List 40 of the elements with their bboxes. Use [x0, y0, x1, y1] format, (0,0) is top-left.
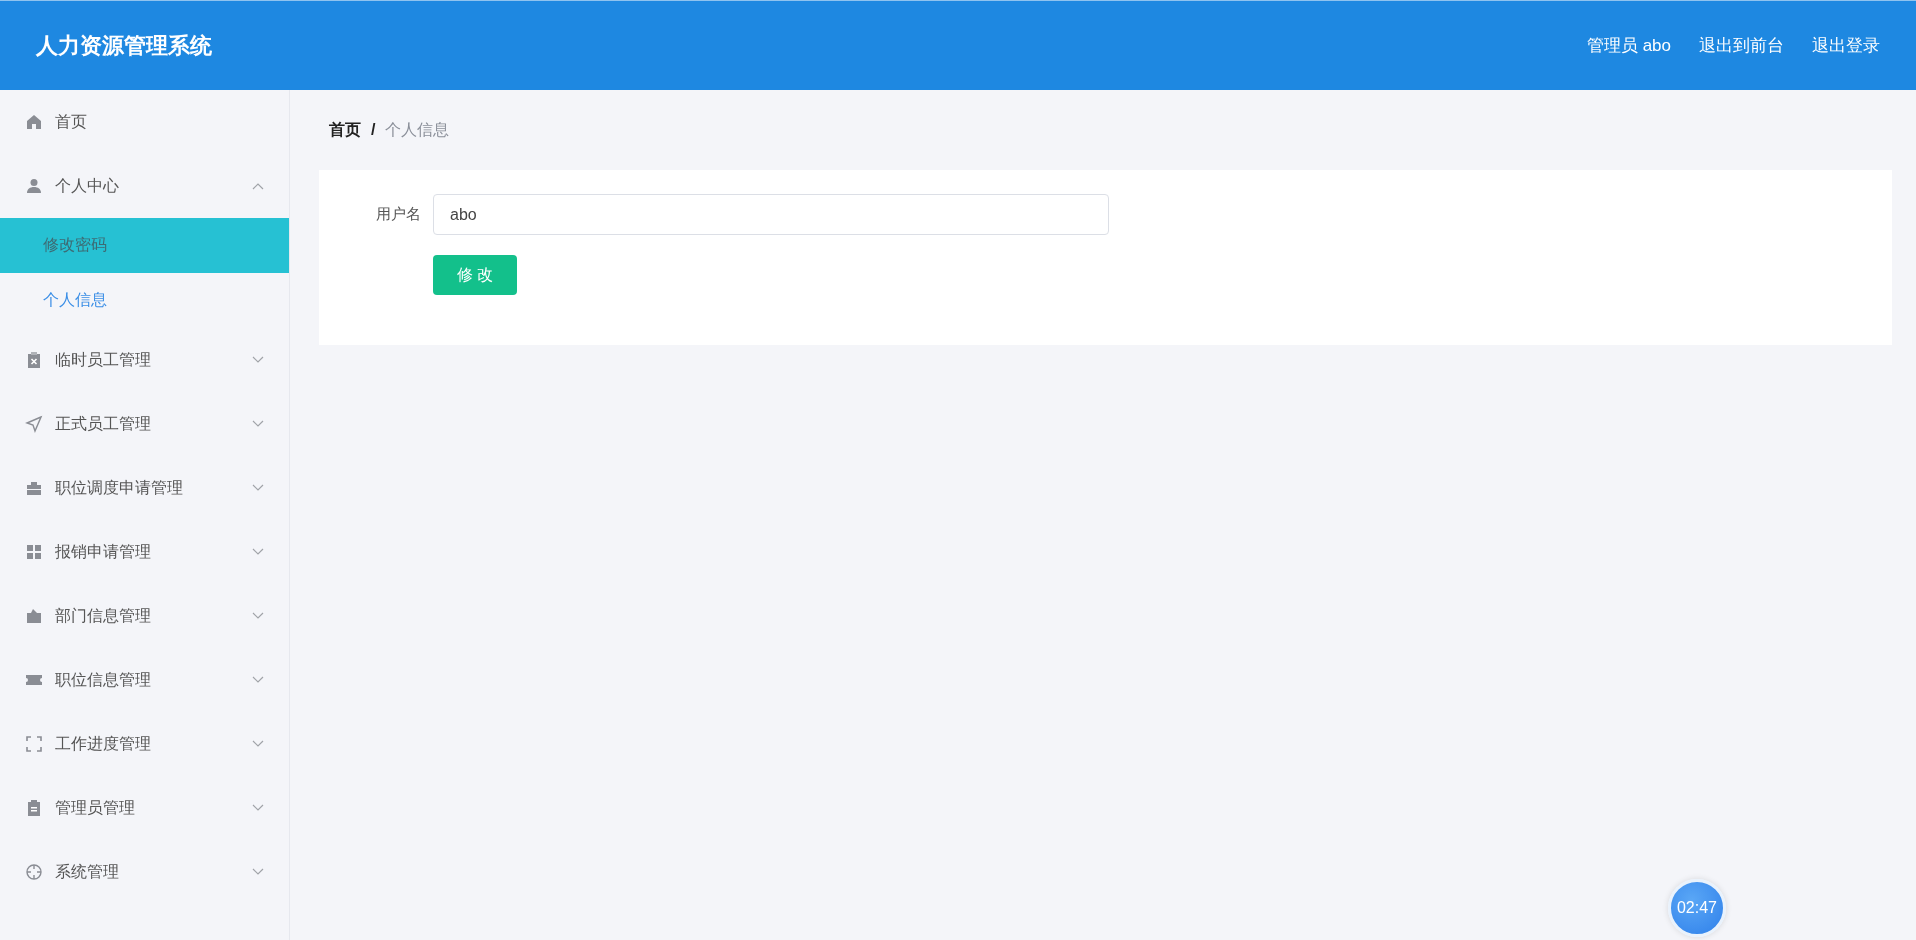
sidebar-item[interactable]: 工作进度管理	[0, 712, 289, 776]
field-label: 用户名	[375, 205, 421, 224]
chevron-icon	[252, 612, 264, 620]
clipboard-icon	[25, 799, 43, 817]
frame-icon	[25, 735, 43, 753]
chevron-icon	[252, 740, 264, 748]
send-icon	[25, 415, 43, 433]
briefcase-icon	[25, 479, 43, 497]
chevron-icon	[252, 182, 264, 190]
chevron-icon	[252, 676, 264, 684]
user-icon	[25, 177, 43, 195]
sidebar-item[interactable]: 管理员管理	[0, 776, 289, 840]
chevron-icon	[252, 868, 264, 876]
home-icon	[25, 113, 43, 131]
sidebar-item[interactable]: 部门信息管理	[0, 584, 289, 648]
input-field[interactable]: abo	[433, 194, 1109, 235]
sidebar-item[interactable]: 系统管理	[0, 840, 289, 904]
wallet-icon	[25, 607, 43, 625]
crosshair-icon	[25, 863, 43, 881]
sidebar-item[interactable]: 职位调度申请管理	[0, 456, 289, 520]
clipboard-x-icon	[25, 351, 43, 369]
timer-badge: 02:47	[1668, 879, 1726, 937]
grid-icon	[25, 543, 43, 561]
chevron-icon	[252, 548, 264, 556]
app-title: 人力资源管理系统	[36, 31, 212, 60]
chevron-icon	[252, 420, 264, 428]
chevron-icon	[252, 356, 264, 364]
sidebar-item[interactable]: 个人中心	[0, 154, 289, 218]
sidebar-item[interactable]: 报销申请管理	[0, 520, 289, 584]
sidebar-item[interactable]: 首页	[0, 90, 289, 154]
header-link[interactable]: 管理员 abo	[1586, 34, 1671, 57]
chevron-icon	[252, 484, 264, 492]
chevron-icon	[252, 804, 264, 812]
breadcrumb-item[interactable]: 首页	[329, 119, 361, 141]
sidebar-item[interactable]: 职位信息管理	[0, 648, 289, 712]
sidebar-item[interactable]: 正式员工管理	[0, 392, 289, 456]
breadcrumb-separator: /	[371, 121, 376, 139]
header-link[interactable]: 退出登录	[1812, 34, 1880, 57]
sidebar-item[interactable]: 临时员工管理	[0, 328, 289, 392]
header-link[interactable]: 退出到前台	[1699, 34, 1784, 57]
